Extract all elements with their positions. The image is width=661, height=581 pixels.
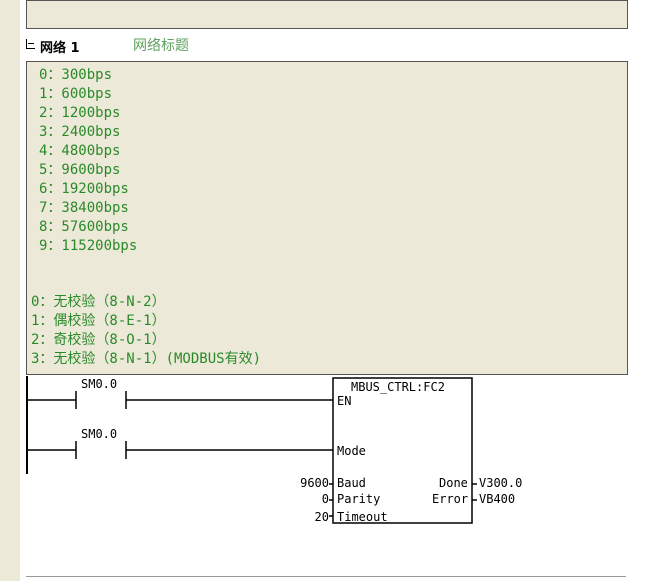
network-header: 网络 1 网络标题: [26, 34, 626, 56]
baud-rate-item: 4：4800bps: [39, 143, 121, 159]
collapse-toggle-icon[interactable]: [26, 39, 35, 49]
parity-value[interactable]: 0: [322, 492, 329, 506]
error-pin-label: Error: [432, 492, 469, 506]
en-pin-label: EN: [337, 394, 352, 408]
timeout-pin-label: Timeout: [337, 510, 388, 524]
parity-list: 0：无校验（8-N-2） 1：偶校验（8-E-1） 2：奇校验（8-O-1） 3…: [31, 293, 261, 369]
baud-rate-item: 1：600bps: [39, 86, 113, 102]
parity-item: 3：无校验（8-N-1）(MODBUS有效): [31, 351, 262, 367]
ladder-diagram: [26, 376, 477, 524]
parity-item: 1：偶校验（8-E-1）: [31, 313, 166, 329]
baud-rate-item: 8：57600bps: [39, 219, 129, 235]
error-output-address[interactable]: VB400: [479, 492, 515, 506]
parity-item: 2：奇校验（8-O-1）: [31, 332, 166, 348]
done-pin-label: Done: [439, 476, 468, 490]
ladder-network: SM0.0 SM0.0 MBUS_CTRL:FC2 EN Mode Baud P…: [0, 376, 661, 536]
baud-rate-item: 6：19200bps: [39, 181, 129, 197]
done-output-address[interactable]: V300.0: [479, 476, 522, 490]
baud-rate-item: 2：1200bps: [39, 105, 121, 121]
block-title: MBUS_CTRL:FC2: [351, 380, 445, 394]
parity-pin-label: Parity: [337, 492, 381, 506]
timeout-value[interactable]: 20: [315, 510, 329, 524]
baud-value[interactable]: 9600: [300, 476, 329, 490]
baud-rate-item: 3：2400bps: [39, 124, 121, 140]
parity-item: 0：无校验（8-N-2）: [31, 294, 166, 310]
baud-rate-item: 5：9600bps: [39, 162, 121, 178]
baud-pin-label: Baud: [337, 476, 366, 490]
baud-rate-item: 9：115200bps: [39, 238, 138, 254]
baud-rate-list: 0：300bps 1：600bps 2：1200bps 3：2400bps 4：…: [39, 66, 137, 256]
baud-rate-item: 7：38400bps: [39, 200, 129, 216]
network-comment-box[interactable]: 0：300bps 1：600bps 2：1200bps 3：2400bps 4：…: [26, 61, 628, 375]
mode-pin-label: Mode: [337, 444, 366, 458]
network-title[interactable]: 网络标题: [133, 35, 189, 55]
contact2-label[interactable]: SM0.0: [81, 427, 117, 441]
program-comment-box[interactable]: [26, 0, 628, 29]
network-name: 网络 1: [40, 41, 80, 56]
contact1-label[interactable]: SM0.0: [81, 377, 117, 391]
next-network-separator: [26, 576, 626, 577]
baud-rate-item: 0：300bps: [39, 67, 113, 83]
